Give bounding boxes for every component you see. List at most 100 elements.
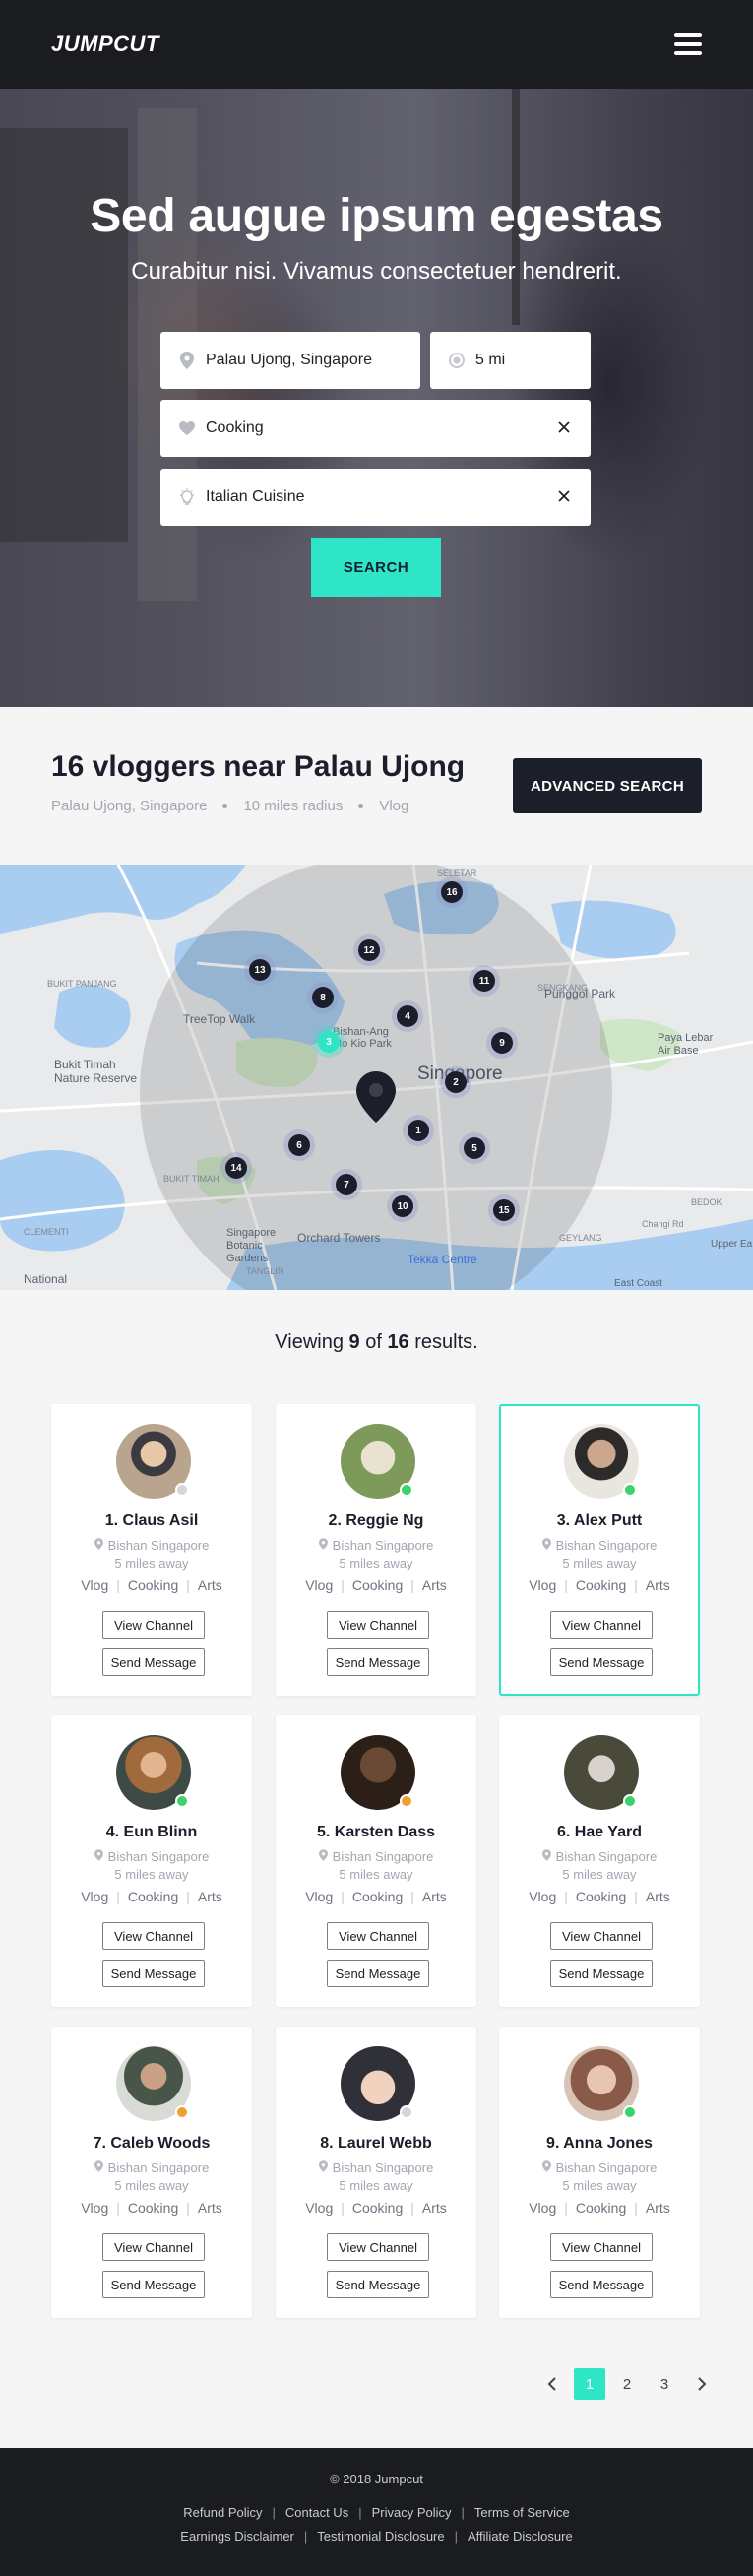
hamburger-icon[interactable] bbox=[674, 33, 702, 55]
page-3[interactable]: 3 bbox=[646, 2368, 683, 2400]
cuisine-field[interactable]: Italian Cuisine bbox=[160, 469, 591, 526]
view-channel-button[interactable]: View Channel bbox=[327, 1611, 429, 1639]
vlogger-card[interactable]: 3. Alex Putt Bishan Singapore 5 miles away… bbox=[499, 1404, 700, 1696]
vlogger-card[interactable]: 2. Reggie Ng Bishan Singapore 5 miles away… bbox=[276, 1404, 476, 1696]
map-marker[interactable]: 15 bbox=[493, 1199, 515, 1221]
results-map[interactable]: SELETAR BUKIT PANJANG SENGKANG TreeTop W… bbox=[0, 865, 753, 1290]
jumpcut-logo[interactable]: JUMPCUT bbox=[51, 32, 159, 57]
send-message-button[interactable]: Send Message bbox=[102, 1960, 205, 1987]
vlogger-card[interactable]: 5. Karsten Dass Bishan Singapore 5 miles a… bbox=[276, 1715, 476, 2007]
vlogger-name[interactable]: 2. Reggie Ng bbox=[278, 1513, 474, 1530]
viewing-shown: 9 bbox=[348, 1331, 360, 1353]
map-marker[interactable]: 16 bbox=[441, 881, 463, 903]
advanced-search-button[interactable]: ADVANCED SEARCH bbox=[513, 758, 702, 813]
affiliate-disclosure-link[interactable]: Affiliate Disclosure bbox=[468, 2529, 573, 2544]
send-message-button[interactable]: Send Message bbox=[550, 1960, 653, 1987]
privacy-policy-link[interactable]: Privacy Policy bbox=[372, 2505, 452, 2520]
map-label: TreeTop Walk bbox=[183, 1012, 256, 1026]
terms-of-service-link[interactable]: Terms of Service bbox=[474, 2505, 570, 2520]
map-marker[interactable]: 8 bbox=[312, 987, 334, 1008]
tag: Cooking bbox=[575, 1578, 627, 1593]
map-label: Punggol Park bbox=[544, 987, 616, 1000]
map-label: SELETAR bbox=[437, 869, 477, 878]
tag: Vlog bbox=[529, 2200, 557, 2216]
vlogger-name[interactable]: 8. Laurel Webb bbox=[278, 2135, 474, 2153]
vlogger-name[interactable]: 7. Caleb Woods bbox=[53, 2135, 250, 2153]
vlogger-name[interactable]: 6. Hae Yard bbox=[501, 1824, 698, 1841]
tag: Vlog bbox=[81, 1889, 109, 1904]
vlogger-name[interactable]: 9. Anna Jones bbox=[501, 2135, 698, 2153]
vlogger-name[interactable]: 1. Claus Asil bbox=[53, 1513, 250, 1530]
vlogger-card[interactable]: 1. Claus Asil Bishan Singapore 5 miles awa… bbox=[51, 1404, 252, 1696]
location-pin-icon bbox=[318, 2160, 328, 2175]
contact-us-link[interactable]: Contact Us bbox=[285, 2505, 348, 2520]
view-channel-button[interactable]: View Channel bbox=[327, 1922, 429, 1950]
map-marker[interactable]: 9 bbox=[491, 1032, 513, 1054]
page-2[interactable]: 2 bbox=[608, 2368, 646, 2400]
vlogger-card[interactable]: 4. Eun Blinn Bishan Singapore 5 miles away… bbox=[51, 1715, 252, 2007]
tag: Vlog bbox=[529, 1578, 557, 1593]
view-channel-button[interactable]: View Channel bbox=[102, 1922, 205, 1950]
vlogger-name[interactable]: 4. Eun Blinn bbox=[53, 1824, 250, 1841]
vlogger-distance: 5 miles away bbox=[339, 1867, 413, 1882]
view-channel-button[interactable]: View Channel bbox=[550, 1611, 653, 1639]
vlogger-tags: Vlog | Cooking | Arts bbox=[81, 1578, 222, 1593]
map-marker[interactable]: 1 bbox=[408, 1120, 429, 1141]
vlogger-distance: 5 miles away bbox=[562, 1556, 637, 1571]
vlogger-card[interactable]: 8. Laurel Webb Bishan Singapore 5 miles aw… bbox=[276, 2027, 476, 2318]
vlogger-tags: Vlog | Cooking | Arts bbox=[529, 1889, 670, 1904]
tag: Vlog bbox=[305, 2200, 334, 2216]
map-marker[interactable]: 7 bbox=[336, 1174, 357, 1195]
map-marker[interactable]: 3 bbox=[318, 1031, 340, 1053]
prev-page-icon[interactable] bbox=[533, 2368, 571, 2400]
location-pin-icon bbox=[94, 1849, 103, 1864]
map-marker[interactable]: 12 bbox=[358, 939, 380, 961]
send-message-button[interactable]: Send Message bbox=[550, 2271, 653, 2298]
search-button[interactable]: SEARCH bbox=[311, 538, 441, 597]
location-text: Bishan Singapore bbox=[107, 2160, 210, 2175]
map-marker[interactable]: 11 bbox=[473, 970, 495, 992]
vlogger-location: Bishan Singapore bbox=[278, 2160, 474, 2175]
view-channel-button[interactable]: View Channel bbox=[102, 2233, 205, 2261]
map-marker[interactable]: 2 bbox=[445, 1071, 467, 1093]
map-marker[interactable]: 6 bbox=[288, 1134, 310, 1156]
map-marker[interactable]: 4 bbox=[397, 1005, 418, 1027]
refund-policy-link[interactable]: Refund Policy bbox=[183, 2505, 262, 2520]
radius-field[interactable]: 5 mi bbox=[430, 332, 591, 389]
status-indicator bbox=[400, 1794, 413, 1808]
next-page-icon[interactable] bbox=[683, 2368, 721, 2400]
clear-interest-icon[interactable] bbox=[557, 420, 573, 436]
location-text: Bishan Singapore bbox=[332, 1849, 434, 1864]
location-text: Bishan Singapore bbox=[555, 1538, 658, 1553]
map-marker[interactable]: 10 bbox=[392, 1195, 413, 1217]
clear-cuisine-icon[interactable] bbox=[557, 489, 573, 505]
testimonial-disclosure-link[interactable]: Testimonial Disclosure bbox=[317, 2529, 444, 2544]
map-label: BEDOK bbox=[691, 1197, 722, 1207]
view-channel-button[interactable]: View Channel bbox=[550, 2233, 653, 2261]
map-marker[interactable]: 14 bbox=[225, 1157, 247, 1179]
send-message-button[interactable]: Send Message bbox=[327, 2271, 429, 2298]
send-message-button[interactable]: Send Message bbox=[102, 2271, 205, 2298]
earnings-disclaimer-link[interactable]: Earnings Disclaimer bbox=[180, 2529, 294, 2544]
view-channel-button[interactable]: View Channel bbox=[102, 1611, 205, 1639]
map-marker[interactable]: 5 bbox=[464, 1137, 485, 1159]
vlogger-name[interactable]: 5. Karsten Dass bbox=[278, 1824, 474, 1841]
view-channel-button[interactable]: View Channel bbox=[550, 1922, 653, 1950]
vlogger-card[interactable]: 7. Caleb Woods Bishan Singapore 5 miles aw… bbox=[51, 2027, 252, 2318]
vlogger-card[interactable]: 9. Anna Jones Bishan Singapore 5 miles awa… bbox=[499, 2027, 700, 2318]
vlogger-name[interactable]: 3. Alex Putt bbox=[501, 1513, 698, 1530]
map-label: CLEMENTI bbox=[24, 1227, 69, 1237]
location-field[interactable]: Palau Ujong, Singapore bbox=[160, 332, 420, 389]
vlogger-distance: 5 miles away bbox=[114, 1556, 189, 1571]
tag: Vlog bbox=[305, 1578, 334, 1593]
send-message-button[interactable]: Send Message bbox=[550, 1648, 653, 1676]
vlogger-card[interactable]: 6. Hae Yard Bishan Singapore 5 miles away V… bbox=[499, 1715, 700, 2007]
page-1[interactable]: 1 bbox=[574, 2368, 605, 2400]
location-value: Palau Ujong, Singapore bbox=[206, 352, 373, 368]
send-message-button[interactable]: Send Message bbox=[102, 1648, 205, 1676]
map-marker[interactable]: 13 bbox=[249, 959, 271, 981]
send-message-button[interactable]: Send Message bbox=[327, 1648, 429, 1676]
send-message-button[interactable]: Send Message bbox=[327, 1960, 429, 1987]
interest-field[interactable]: Cooking bbox=[160, 400, 591, 457]
view-channel-button[interactable]: View Channel bbox=[327, 2233, 429, 2261]
